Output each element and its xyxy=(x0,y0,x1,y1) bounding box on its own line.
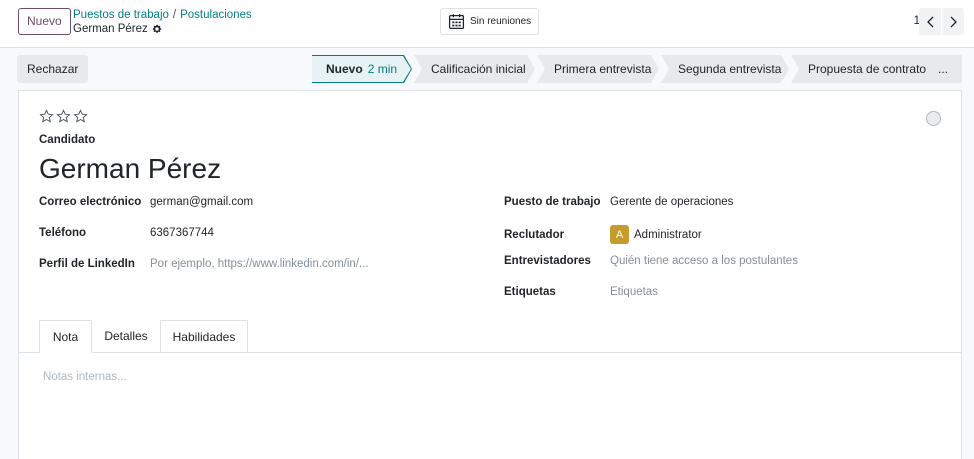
kanban-state-indicator[interactable] xyxy=(926,111,941,126)
internal-notes-input[interactable]: Notas internas... xyxy=(43,371,127,383)
breadcrumb-separator: / xyxy=(172,9,177,21)
email-row: Correo electrónico german@gmail.com xyxy=(39,196,253,208)
chevron-left-icon xyxy=(926,16,933,27)
stage-new-outline: Nuevo 2 min xyxy=(312,55,412,83)
new-button[interactable]: Nuevo xyxy=(18,8,71,35)
refuse-button[interactable]: Rechazar xyxy=(17,55,89,83)
email-field[interactable]: german@gmail.com xyxy=(150,196,253,208)
stage-label: Nuevo xyxy=(326,62,363,76)
candidate-label: Candidato xyxy=(39,134,96,146)
tags-label: Etiquetas xyxy=(504,286,556,298)
stage-duration: 2 min xyxy=(367,62,398,76)
record-name: German Pérez xyxy=(73,23,148,35)
tab-note[interactable]: Nota xyxy=(39,320,92,353)
job-position-row: Puesto de trabajo Gerente de operaciones xyxy=(504,196,733,208)
star-outline-icon[interactable] xyxy=(39,109,54,124)
phone-row: Teléfono 6367367744 xyxy=(39,227,214,239)
priority-stars xyxy=(39,109,88,124)
avatar: A xyxy=(610,225,629,244)
recruiter-row: Reclutador A Administrator xyxy=(504,225,702,244)
stage-pipeline: Nuevo 2 min Calificación inicial Primera … xyxy=(312,55,939,83)
recruiter-field[interactable]: Administrator xyxy=(634,229,702,241)
stage-second-interview[interactable]: Segunda entrevista xyxy=(661,55,789,83)
job-position-field[interactable]: Gerente de operaciones xyxy=(610,196,733,208)
previous-record-button[interactable] xyxy=(919,8,941,35)
breadcrumb-jobs-link[interactable]: Puestos de trabajo xyxy=(73,9,169,21)
status-bar: Rechazar Nuevo 2 min Calificación inicial… xyxy=(17,55,962,83)
star-outline-icon[interactable] xyxy=(73,109,88,124)
interviewers-row: Entrevistadores Quién tiene acceso a los… xyxy=(504,255,798,267)
breadcrumb-applications-link[interactable]: Postulaciones xyxy=(180,9,252,21)
tags-field[interactable]: Etiquetas xyxy=(610,286,658,298)
breadcrumb: Puestos de trabajo / Postulaciones German … xyxy=(73,8,252,36)
email-label: Correo electrónico xyxy=(39,196,142,208)
phone-label: Teléfono xyxy=(39,227,87,239)
chevron-right-icon xyxy=(950,16,957,27)
pager-buttons xyxy=(919,8,964,35)
tab-skills[interactable]: Habilidades xyxy=(160,320,248,353)
recruiter-label: Reclutador xyxy=(504,228,565,241)
control-panel: Nuevo Puestos de trabajo / Postulaciones G… xyxy=(0,0,974,48)
calendar-icon xyxy=(448,14,465,30)
stage-new[interactable]: Nuevo 2 min xyxy=(312,56,411,82)
meetings-button[interactable]: Sin reuniones xyxy=(440,8,540,35)
job-position-label: Puesto de trabajo xyxy=(504,196,601,208)
linkedin-field[interactable]: Por ejemplo, https://www.linkedin.com/in… xyxy=(150,258,369,270)
meetings-label: Sin reuniones xyxy=(470,16,532,27)
interviewers-field[interactable]: Quién tiene acceso a los postulantes xyxy=(610,255,798,267)
form-sheet: Candidato German Pérez Correo electrónic… xyxy=(18,90,962,459)
tags-row: Etiquetas Etiquetas xyxy=(504,286,658,298)
candidate-name[interactable]: German Pérez xyxy=(39,153,221,185)
notebook-tabs: Nota Detalles Habilidades xyxy=(19,320,961,353)
linkedin-row: Perfil de LinkedIn Por ejemplo, https://… xyxy=(39,258,369,270)
next-record-button[interactable] xyxy=(942,8,964,35)
star-outline-icon[interactable] xyxy=(56,109,71,124)
linkedin-label: Perfil de LinkedIn xyxy=(39,258,135,270)
stage-first-interview[interactable]: Primera entrevista xyxy=(537,55,659,83)
interviewers-label: Entrevistadores xyxy=(504,255,591,267)
stage-contract-proposal[interactable]: Propuesta de contrato xyxy=(791,55,937,83)
phone-field[interactable]: 6367367744 xyxy=(150,227,214,239)
tab-details[interactable]: Detalles xyxy=(92,320,160,353)
stage-initial-qualification[interactable]: Calificación inicial xyxy=(414,55,535,83)
gear-icon[interactable] xyxy=(152,24,162,34)
